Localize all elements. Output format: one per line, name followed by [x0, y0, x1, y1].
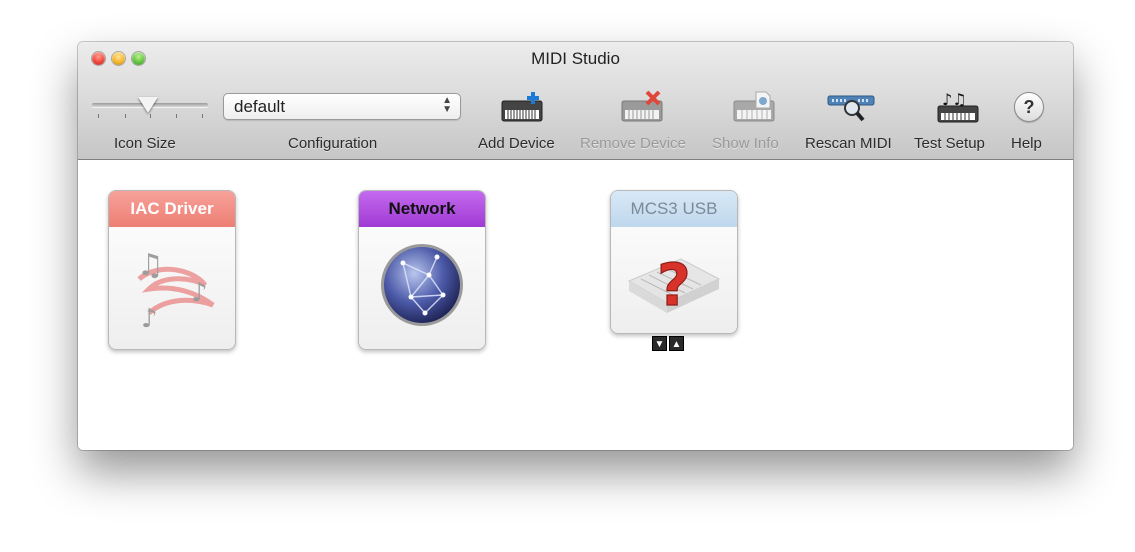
svg-text:♪: ♪ — [141, 304, 158, 334]
svg-text:?: ? — [657, 251, 691, 319]
help-icon: ? — [1014, 92, 1044, 122]
device-name: IAC Driver — [109, 191, 235, 227]
show-info-button[interactable] — [730, 90, 778, 129]
test-setup-button[interactable]: ♪♫ — [934, 90, 982, 129]
port-up-arrow-icon[interactable]: ▲ — [669, 336, 684, 351]
midi-studio-window: MIDI Studio Icon Size default ▲ ▼ Configu… — [78, 42, 1073, 450]
slider-tick — [98, 114, 99, 118]
show-info-label: Show Info — [712, 135, 779, 152]
info-keyboard-icon — [733, 91, 775, 122]
icon-size-label: Icon Size — [114, 135, 176, 152]
device-network[interactable]: Network — [358, 190, 486, 350]
test-setup-label: Test Setup — [914, 135, 985, 152]
rescan-midi-button[interactable] — [826, 90, 878, 129]
device-iac-driver[interactable]: IAC Driver ♫ ♪ ♪ — [108, 190, 236, 350]
device-canvas: IAC Driver ♫ ♪ ♪ Network MCS3 USB ? ▼ ▲ — [78, 160, 1073, 450]
help-label: Help — [1011, 135, 1042, 152]
rescan-magnifier-icon — [827, 95, 875, 122]
device-body — [359, 227, 485, 349]
configuration-label: Configuration — [288, 135, 378, 152]
chevron-updown-icon: ▲ ▼ — [442, 95, 452, 115]
configuration-value: default — [234, 97, 286, 116]
device-body: ? — [611, 227, 737, 333]
slider-tick — [125, 114, 126, 118]
slider-knob[interactable] — [138, 97, 158, 113]
slider-tick — [176, 114, 177, 118]
remove-device-button[interactable] — [618, 90, 666, 129]
remove-device-label: Remove Device — [580, 135, 686, 152]
svg-text:♫: ♫ — [137, 248, 164, 283]
device-body: ♫ ♪ ♪ — [109, 227, 235, 349]
svg-text:♪: ♪ — [191, 278, 208, 308]
window-title: MIDI Studio — [531, 49, 620, 68]
keyboard-remove-icon — [621, 90, 663, 122]
svg-text:♪♫: ♪♫ — [942, 90, 967, 109]
device-name: Network — [359, 191, 485, 227]
configuration-select[interactable]: default ▲ ▼ — [223, 93, 461, 120]
unknown-device-icon: ? — [627, 250, 721, 320]
music-notes-swirl-icon: ♫ ♪ ♪ — [137, 248, 215, 334]
device-mcs3-usb[interactable]: MCS3 USB ? — [610, 190, 738, 334]
slider-tick — [150, 114, 151, 118]
port-arrows: ▼ ▲ — [652, 336, 684, 351]
rescan-midi-label: Rescan MIDI — [805, 135, 892, 152]
add-device-button[interactable] — [498, 90, 546, 129]
keyboard-plus-icon — [501, 92, 543, 122]
toolbar: MIDI Studio Icon Size default ▲ ▼ Configu… — [78, 42, 1073, 160]
device-name: MCS3 USB — [611, 191, 737, 227]
keyboard-notes-icon: ♪♫ — [937, 90, 979, 123]
help-button[interactable]: ? — [1014, 92, 1044, 122]
icon-size-slider[interactable] — [92, 97, 208, 123]
add-device-label: Add Device — [478, 135, 555, 152]
network-globe-icon — [381, 244, 463, 326]
slider-tick — [202, 114, 203, 118]
port-down-arrow-icon[interactable]: ▼ — [652, 336, 667, 351]
